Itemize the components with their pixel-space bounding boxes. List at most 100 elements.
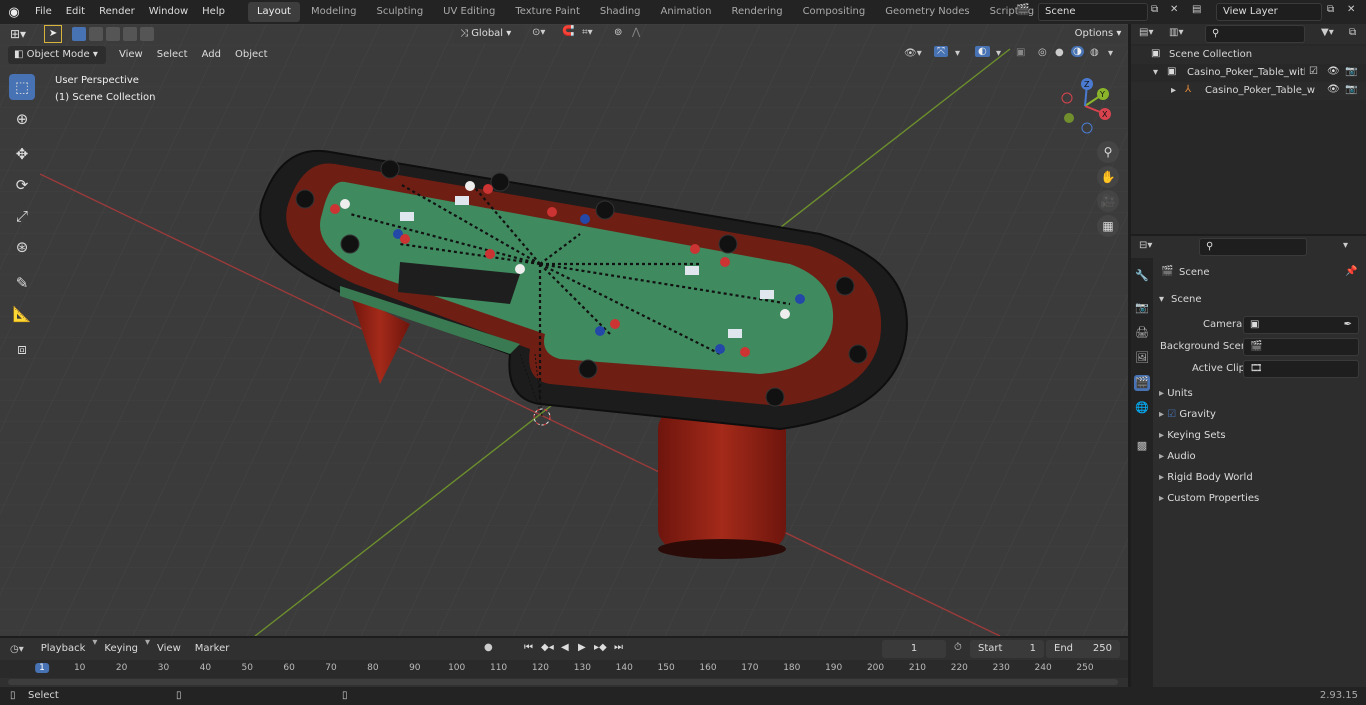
expand-arrow-icon[interactable]: ▸ [1159, 472, 1167, 483]
measure-tool[interactable]: 📐 [9, 301, 35, 327]
filter-icon[interactable]: ▼▾ [1321, 27, 1334, 38]
section-custom-properties[interactable]: ▸ Custom Properties [1159, 489, 1359, 509]
display-mode-icon[interactable]: ▥▾ [1169, 27, 1183, 38]
delete-view-layer-icon[interactable]: ✕ [1347, 4, 1355, 15]
outliner-search-input[interactable]: ⚲ [1205, 25, 1305, 43]
viewport-menu-add[interactable]: Add [195, 43, 228, 67]
menu-file[interactable]: File [28, 0, 59, 24]
tab-rendering[interactable]: Rendering [722, 2, 791, 22]
tab-sculpting[interactable]: Sculpting [367, 2, 432, 22]
outliner-row-collection[interactable]: ▾ ▣ Casino_Poker_Table_with_Car ☑ 👁 📷 [1131, 64, 1366, 82]
add-cube-tool[interactable]: ⧈ [9, 336, 35, 362]
select-tool-active-icon[interactable]: ➤ [44, 25, 63, 43]
expand-arrow-icon[interactable]: ▸ [1159, 493, 1167, 504]
shading-solid-icon[interactable]: ● [1055, 47, 1064, 58]
play-icon[interactable]: ▶ [578, 642, 586, 653]
options-dropdown[interactable]: Options ▾ [1070, 25, 1126, 43]
tab-scripting[interactable]: Scripting [981, 2, 1043, 22]
jump-end-icon[interactable]: ⏭ [614, 642, 623, 653]
object-render-camera-icon[interactable]: 📷 [1345, 84, 1357, 95]
scene-tab-icon[interactable]: 🎬 [1134, 375, 1150, 391]
xray-toggle-icon[interactable]: ▣ [1016, 47, 1025, 58]
menu-window[interactable]: Window [142, 0, 195, 24]
view-layer-field[interactable]: View Layer [1216, 3, 1322, 21]
new-collection-icon[interactable]: ⧉ [1349, 27, 1356, 38]
gizmo-dropdown-icon[interactable]: ▾ [955, 48, 960, 59]
section-units[interactable]: ▸ Units [1159, 384, 1359, 404]
texture-tab-icon[interactable]: ▩ [1134, 438, 1150, 454]
ortho-toggle-icon[interactable]: ▦ [1097, 215, 1119, 237]
editor-type-icon[interactable]: ⊞▾ [10, 27, 26, 41]
camera-field[interactable]: ▣ ✒ [1243, 316, 1359, 334]
viewport-menu-object[interactable]: Object [228, 43, 275, 67]
outliner-editor-icon[interactable]: ▤▾ [1139, 27, 1153, 38]
timeline-menu-playback[interactable]: Playback [34, 637, 93, 661]
select-mode-new-icon[interactable] [72, 27, 87, 41]
properties-options-icon[interactable]: ▾ [1343, 240, 1348, 251]
properties-editor-icon[interactable]: ⊟▾ [1139, 240, 1152, 251]
3d-viewport[interactable]: ⊞▾ ➤ ⤨ Global ▾ ⊙▾ 🧲 ⌗▾ ⊚ ⋀ Options ▾ ◧ … [0, 24, 1128, 636]
overlays-toggle-icon[interactable]: ◐ [975, 46, 990, 57]
tool-tab-icon[interactable]: 🔧 [1134, 268, 1150, 284]
timeline-menu-marker[interactable]: Marker [188, 637, 237, 661]
shading-material-icon[interactable]: ◑ [1071, 46, 1084, 57]
delete-scene-icon[interactable]: ✕ [1170, 4, 1178, 15]
zoom-view-icon[interactable]: ⚲ [1097, 141, 1119, 163]
tab-texture-paint[interactable]: Texture Paint [506, 2, 589, 22]
render-tab-icon[interactable]: 📷 [1134, 300, 1150, 316]
stopwatch-icon[interactable]: ⏱ [954, 642, 962, 653]
tab-layout[interactable]: Layout [247, 2, 300, 22]
output-tab-icon[interactable]: 🖨 [1134, 325, 1150, 341]
timeline-menu-view[interactable]: View [150, 637, 188, 661]
jump-start-icon[interactable]: ⏮ [524, 642, 533, 653]
tab-animation[interactable]: Animation [652, 2, 721, 22]
select-mode-subtract-icon[interactable] [106, 27, 121, 41]
blender-logo-icon[interactable]: ◉ [0, 5, 28, 20]
outliner-row-object[interactable]: ▸ ⅄ Casino_Poker_Table_with 👁 📷 [1131, 82, 1366, 100]
play-reverse-icon[interactable]: ◀ [561, 642, 569, 653]
section-keying-sets[interactable]: ▸ Keying Sets [1159, 426, 1359, 446]
object-visibility-eye-icon[interactable]: 👁 [1327, 84, 1340, 95]
new-scene-icon[interactable]: ⧉ [1151, 4, 1158, 15]
camera-view-icon[interactable]: 🎥 [1097, 190, 1119, 212]
expand-arrow-icon[interactable]: ▸ [1159, 430, 1167, 441]
annotate-tool[interactable]: ✎ [9, 270, 35, 296]
scene-name-field[interactable]: Scene [1038, 3, 1148, 21]
section-gravity[interactable]: ▸ ☑ Gravity [1159, 405, 1359, 425]
jump-keyframe-forward-icon[interactable]: ▸◆ [594, 642, 607, 653]
current-frame-field[interactable]: 1 [882, 640, 946, 658]
transform-orientation-select[interactable]: ⤨ Global ▾ [454, 25, 524, 43]
collapse-arrow-icon[interactable]: ▾ [1153, 67, 1158, 78]
transform-tool[interactable]: ⊛ [9, 234, 35, 260]
viewport-menu-view[interactable]: View [112, 43, 150, 67]
section-audio[interactable]: ▸ Audio [1159, 447, 1359, 467]
select-mode-intersect-icon[interactable] [140, 27, 155, 41]
cursor-tool[interactable]: ⊕ [9, 106, 35, 132]
tab-uv-editing[interactable]: UV Editing [434, 2, 504, 22]
menu-edit[interactable]: Edit [59, 0, 92, 24]
proportional-edit-icon[interactable]: ⊚ [614, 27, 622, 38]
pin-icon[interactable]: 📌 [1345, 266, 1357, 277]
navigation-gizmo[interactable]: Z Y X [1055, 74, 1120, 139]
tweak-select-tool[interactable]: ⬚ [9, 74, 35, 100]
snap-icon[interactable]: 🧲 [562, 26, 574, 37]
viewport-menu-select[interactable]: Select [150, 43, 195, 67]
menu-help[interactable]: Help [195, 0, 232, 24]
active-clip-field[interactable]: 🎞 [1243, 360, 1359, 378]
pan-view-icon[interactable]: ✋ [1097, 166, 1119, 188]
end-frame-field[interactable]: End 250 [1046, 640, 1120, 658]
new-view-layer-icon[interactable]: ⧉ [1327, 4, 1334, 15]
expand-arrow-icon[interactable]: ▸ [1171, 85, 1176, 96]
visibility-filter-icon[interactable]: 👁▾ [904, 48, 922, 59]
overlays-dropdown-icon[interactable]: ▾ [996, 48, 1001, 59]
timeline-scrollbar[interactable] [8, 679, 1118, 685]
tab-geometry-nodes[interactable]: Geometry Nodes [876, 2, 978, 22]
rotate-tool[interactable]: ⟳ [9, 172, 35, 198]
background-scene-field[interactable]: 🎬 [1243, 338, 1359, 356]
select-mode-extend-icon[interactable] [89, 27, 104, 41]
outliner-row-scene-collection[interactable]: ▣ Scene Collection [1131, 46, 1366, 64]
view-layer-tab-icon[interactable]: 🖼 [1134, 350, 1150, 366]
pivot-point-icon[interactable]: ⊙▾ [532, 27, 545, 38]
falloff-icon[interactable]: ⋀ [632, 27, 640, 38]
tab-modeling[interactable]: Modeling [302, 2, 366, 22]
